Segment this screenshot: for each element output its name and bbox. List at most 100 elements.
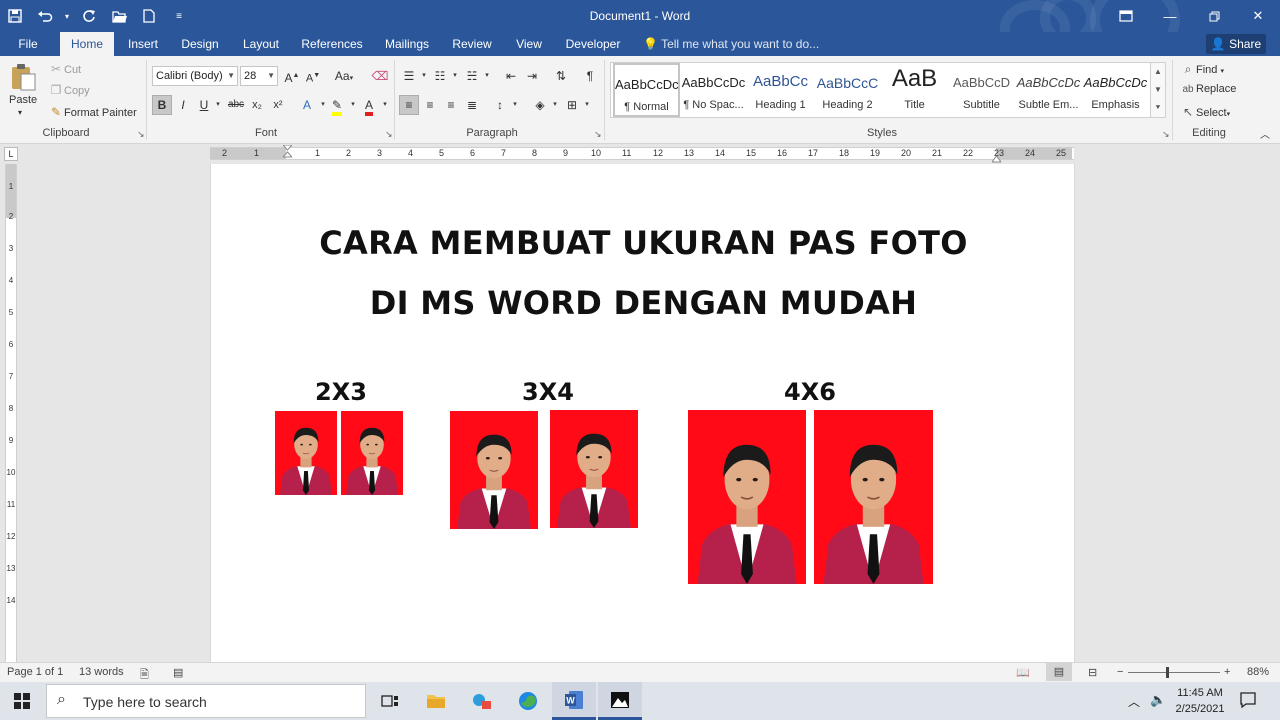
photos-app-icon[interactable]	[598, 682, 642, 720]
show-hidden-icons-icon[interactable]: ︿	[1128, 693, 1140, 710]
word-count[interactable]: 13 words	[79, 666, 124, 678]
save-icon[interactable]	[0, 0, 30, 32]
undo-dropdown-icon[interactable]: ▾	[60, 0, 74, 32]
tell-me-box[interactable]: 💡 Tell me what you want to do...	[643, 32, 819, 56]
web-layout-icon[interactable]: ⊟	[1088, 666, 1097, 679]
vertical-ruler[interactable]: 1 2 3 4 5 6 7 8 9 10 11 12 13 14	[5, 164, 17, 662]
style-heading-1[interactable]: AaBbCc Heading 1	[747, 63, 814, 117]
paragraph-launcher-icon[interactable]: ↘	[594, 129, 602, 140]
format-painter-button[interactable]: ✎ Format Painter	[48, 105, 137, 119]
document-page[interactable]: CARA MEMBUAT UKURAN PAS FOTO DI MS WORD …	[210, 164, 1075, 662]
bold-icon[interactable]: B	[152, 95, 172, 115]
select-button[interactable]: ↖ Select▾	[1180, 105, 1230, 119]
tab-file[interactable]: File	[8, 32, 48, 56]
close-icon[interactable]: ✕	[1236, 0, 1280, 32]
change-case-icon[interactable]: Aa▾	[330, 66, 358, 86]
restore-icon[interactable]	[1192, 0, 1236, 32]
superscript-icon[interactable]: x²	[268, 95, 288, 115]
read-mode-icon[interactable]: 📖	[1016, 666, 1030, 679]
styles-launcher-icon[interactable]: ↘	[1162, 129, 1170, 140]
find-button[interactable]: ⌕ Find ▾	[1180, 62, 1224, 77]
copy-button[interactable]: ❐ Copy	[48, 83, 90, 97]
passport-photo[interactable]	[688, 410, 806, 584]
passport-photo[interactable]	[275, 411, 337, 495]
tab-design[interactable]: Design	[176, 32, 224, 56]
tab-insert[interactable]: Insert	[120, 32, 166, 56]
tab-references[interactable]: References	[298, 32, 366, 56]
horizontal-ruler[interactable]: 2 1 1 2 3 4 5 6 7 8 9 10 11 12 13 14 15 …	[210, 144, 1074, 163]
task-view-icon[interactable]	[368, 682, 412, 720]
line-spacing-dropdown-icon[interactable]: ▾	[505, 95, 525, 115]
file-explorer-icon[interactable]	[414, 682, 458, 720]
clear-formatting-icon[interactable]: ⌫	[370, 66, 390, 86]
justify-icon[interactable]: ≣	[462, 95, 482, 115]
zoom-level[interactable]: 88%	[1247, 666, 1269, 678]
style-subtle-emphasis[interactable]: AaBbCcDc Subtle Em...	[1015, 63, 1082, 117]
style-title[interactable]: AaB Title	[881, 63, 948, 117]
tab-mailings[interactable]: Mailings	[378, 32, 436, 56]
font-color-dropdown-icon[interactable]: ▾	[375, 95, 395, 115]
tab-home[interactable]: Home	[60, 32, 114, 56]
tab-developer[interactable]: Developer	[560, 32, 626, 56]
show-formatting-marks-icon[interactable]: ¶	[580, 66, 600, 86]
right-indent-marker-icon[interactable]	[991, 152, 1002, 163]
page-count[interactable]: Page 1 of 1	[7, 666, 63, 678]
passport-photo[interactable]	[341, 411, 403, 495]
increase-indent-icon[interactable]: ⇥	[522, 66, 542, 86]
font-launcher-icon[interactable]: ↘	[385, 129, 393, 140]
macro-record-icon[interactable]: ▤	[173, 666, 183, 679]
style-normal[interactable]: AaBbCcDc ¶ Normal	[613, 63, 680, 117]
align-left-icon[interactable]: ≡	[399, 95, 419, 115]
align-center-icon[interactable]: ≡	[420, 95, 440, 115]
zoom-slider[interactable]	[1128, 672, 1220, 673]
snipping-tool-icon[interactable]	[460, 682, 504, 720]
more-styles-icon[interactable]: ⯆	[1151, 99, 1165, 117]
edge-browser-icon[interactable]	[506, 682, 550, 720]
sort-icon[interactable]: ⇅	[551, 66, 571, 86]
cut-button[interactable]: ✂ Cut	[48, 62, 81, 76]
passport-photo[interactable]	[814, 410, 933, 584]
replace-button[interactable]: ab Replace	[1180, 83, 1236, 95]
tab-layout[interactable]: Layout	[236, 32, 286, 56]
subscript-icon[interactable]: x₂	[247, 95, 267, 115]
paste-dropdown-icon[interactable]: ▾	[18, 108, 22, 117]
decrease-indent-icon[interactable]: ⇤	[501, 66, 521, 86]
clipboard-launcher-icon[interactable]: ↘	[137, 129, 145, 140]
align-right-icon[interactable]: ≡	[441, 95, 461, 115]
minimize-icon[interactable]: ―	[1148, 0, 1192, 32]
italic-icon[interactable]: I	[173, 95, 193, 115]
volume-icon[interactable]: 🔈	[1150, 692, 1166, 708]
customize-qat-icon[interactable]: ≡	[164, 0, 194, 32]
style-heading-2[interactable]: AaBbCcC Heading 2	[814, 63, 881, 117]
undo-icon[interactable]	[30, 0, 60, 32]
strikethrough-icon[interactable]: abc	[226, 95, 246, 115]
scroll-up-icon[interactable]: ▲	[1151, 63, 1165, 81]
share-button[interactable]: 👤 Share	[1206, 34, 1266, 54]
grow-font-icon[interactable]: A▲	[282, 66, 302, 86]
borders-dropdown-icon[interactable]: ▾	[577, 95, 597, 115]
ribbon-display-options-icon[interactable]	[1104, 0, 1148, 32]
indent-marker-icon[interactable]	[281, 144, 294, 159]
multilevel-dropdown-icon[interactable]: ▾	[477, 66, 497, 86]
windows-start-icon[interactable]	[0, 682, 44, 720]
style-subtitle[interactable]: AaBbCcD Subtitle	[948, 63, 1015, 117]
font-name-combo[interactable]: Calibri (Body) ▼	[152, 66, 238, 86]
zoom-out-icon[interactable]: −	[1117, 666, 1123, 678]
tab-view[interactable]: View	[508, 32, 550, 56]
redo-icon[interactable]	[74, 0, 104, 32]
open-folder-icon[interactable]	[104, 0, 134, 32]
taskbar-search-box[interactable]: ⌕ Type here to search	[46, 684, 366, 718]
style-emphasis[interactable]: AaBbCcDc Emphasis	[1082, 63, 1149, 117]
underline-dropdown-icon[interactable]: ▾	[208, 95, 228, 115]
taskbar-clock[interactable]: 11:45 AM 2/25/2021	[1172, 685, 1228, 717]
passport-photo[interactable]	[450, 411, 538, 529]
new-document-icon[interactable]	[134, 0, 164, 32]
collapse-ribbon-icon[interactable]: ︿	[1260, 126, 1270, 141]
passport-photo[interactable]	[550, 410, 638, 528]
shrink-font-icon[interactable]: A▼	[303, 66, 323, 86]
paste-button[interactable]: Paste	[9, 94, 37, 106]
zoom-slider-thumb[interactable]	[1166, 667, 1169, 678]
zoom-in-icon[interactable]: +	[1224, 666, 1230, 678]
word-app-icon[interactable]: W	[552, 682, 596, 720]
notifications-icon[interactable]	[1238, 690, 1260, 712]
